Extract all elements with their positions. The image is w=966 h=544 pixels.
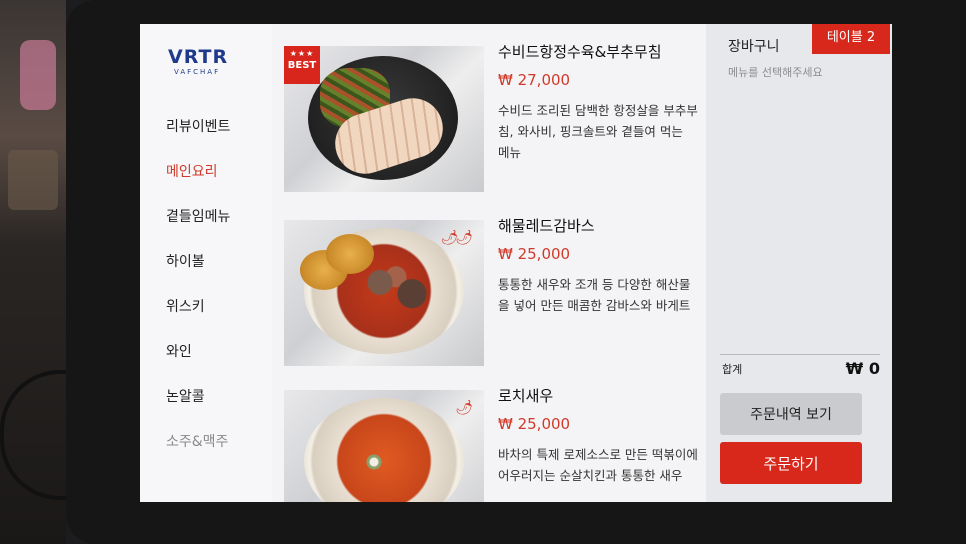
menu-item-image[interactable]: ★★★ BEST: [284, 46, 484, 192]
chili-icon: 🌶🌶: [440, 230, 473, 246]
total-value: ₩ 0: [845, 359, 880, 378]
menu-item-description: 통통한 새우와 조개 등 다양한 해산물을 넣어 만든 매콤한 감바스와 바게트: [498, 277, 691, 313]
badge-text: BEST: [287, 60, 317, 71]
menu-item-description: 바차의 특제 로제소스로 만든 떡볶이에 어우러지는 순살치킨과 통통한 새우: [498, 447, 698, 483]
menu-item[interactable]: ★★★ BEST 수비드항정수육&부추무침 ₩ 27,000 수비드 조리된 담…: [284, 24, 704, 192]
dish-photo-icon: [304, 398, 464, 502]
background-blur: [8, 150, 58, 210]
cart-total: 합계 ₩ 0: [720, 354, 880, 380]
category-side-menu[interactable]: 곁들임메뉴: [166, 207, 230, 252]
brand-logo: VRTR VAFCHAF: [168, 46, 258, 86]
category-sidebar: VRTR VAFCHAF 리뷰이벤트 메인요리 곁들임메뉴 하이볼 위스키 와인…: [140, 24, 272, 502]
menu-item-name[interactable]: 해물레드감바스: [498, 216, 698, 236]
menu-item-image[interactable]: 🌶: [284, 390, 484, 502]
category-soju-beer[interactable]: 소주&맥주: [166, 432, 230, 477]
category-main-dishes[interactable]: 메인요리: [166, 162, 230, 207]
tablet-screen: VRTR VAFCHAF 리뷰이벤트 메인요리 곁들임메뉴 하이볼 위스키 와인…: [140, 24, 892, 502]
category-review-event[interactable]: 리뷰이벤트: [166, 117, 230, 162]
chili-icon: 🌶: [455, 400, 473, 416]
menu-item-name[interactable]: 로치새우: [498, 386, 698, 406]
menu-item[interactable]: 🌶 로치새우 ₩ 25,000 바차의 특제 로제소스로 만든 떡볶이에 어우러…: [284, 368, 704, 502]
dish-topping: [354, 450, 394, 474]
order-history-button[interactable]: 주문내역 보기: [720, 393, 862, 435]
menu-item-price: ₩ 25,000: [498, 415, 571, 433]
place-order-button[interactable]: 주문하기: [720, 442, 862, 484]
menu-item-image[interactable]: 🌶🌶: [284, 220, 484, 366]
category-non-alcohol[interactable]: 논알콜: [166, 387, 230, 432]
menu-item-name[interactable]: 수비드항정수육&부추무침: [498, 42, 698, 62]
logo-subtext: VAFCHAF: [174, 68, 221, 76]
cart-panel: 장바구니 테이블 2 메뉴를 선택해주세요 합계 ₩ 0 주문내역 보기 주문하…: [706, 24, 892, 502]
category-whisky[interactable]: 위스키: [166, 297, 230, 342]
total-label: 합계: [722, 363, 743, 376]
menu-item[interactable]: 🌶🌶 해물레드감바스 ₩ 25,000 통통한 새우와 조개 등 다양한 해산물…: [284, 198, 704, 366]
cart-empty-message: 메뉴를 선택해주세요: [728, 66, 823, 79]
category-wine[interactable]: 와인: [166, 342, 230, 387]
tablet-cable: [0, 370, 70, 500]
menu-item-info: 로치새우 ₩ 25,000 바차의 특제 로제소스로 만든 떡볶이에 어우러지는…: [498, 386, 698, 486]
cart-title: 장바구니: [728, 39, 780, 55]
menu-item-description: 수비드 조리된 담백한 항정살을 부추부침, 와사비, 핑크솔트와 곁들여 먹는…: [498, 103, 698, 160]
badge-stars: ★★★: [289, 49, 315, 58]
table-number-badge: 테이블 2: [812, 24, 890, 54]
best-badge: ★★★ BEST: [284, 46, 320, 84]
menu-item-price: ₩ 25,000: [498, 245, 571, 263]
background-environment: [0, 0, 70, 544]
background-blur: [20, 40, 56, 110]
dish-seafood: [356, 260, 436, 316]
category-nav: 리뷰이벤트 메인요리 곁들임메뉴 하이볼 위스키 와인 논알콜 소주&맥주: [166, 117, 230, 477]
logo-text: VRTR: [168, 46, 229, 68]
menu-list: ★★★ BEST 수비드항정수육&부추무침 ₩ 27,000 수비드 조리된 담…: [284, 24, 704, 502]
menu-item-info: 수비드항정수육&부추무침 ₩ 27,000 수비드 조리된 담백한 항정살을 부…: [498, 42, 698, 163]
menu-item-price: ₩ 27,000: [498, 71, 571, 89]
menu-item-info: 해물레드감바스 ₩ 25,000 통통한 새우와 조개 등 다양한 해산물을 넣…: [498, 216, 698, 316]
category-highball[interactable]: 하이볼: [166, 252, 230, 297]
